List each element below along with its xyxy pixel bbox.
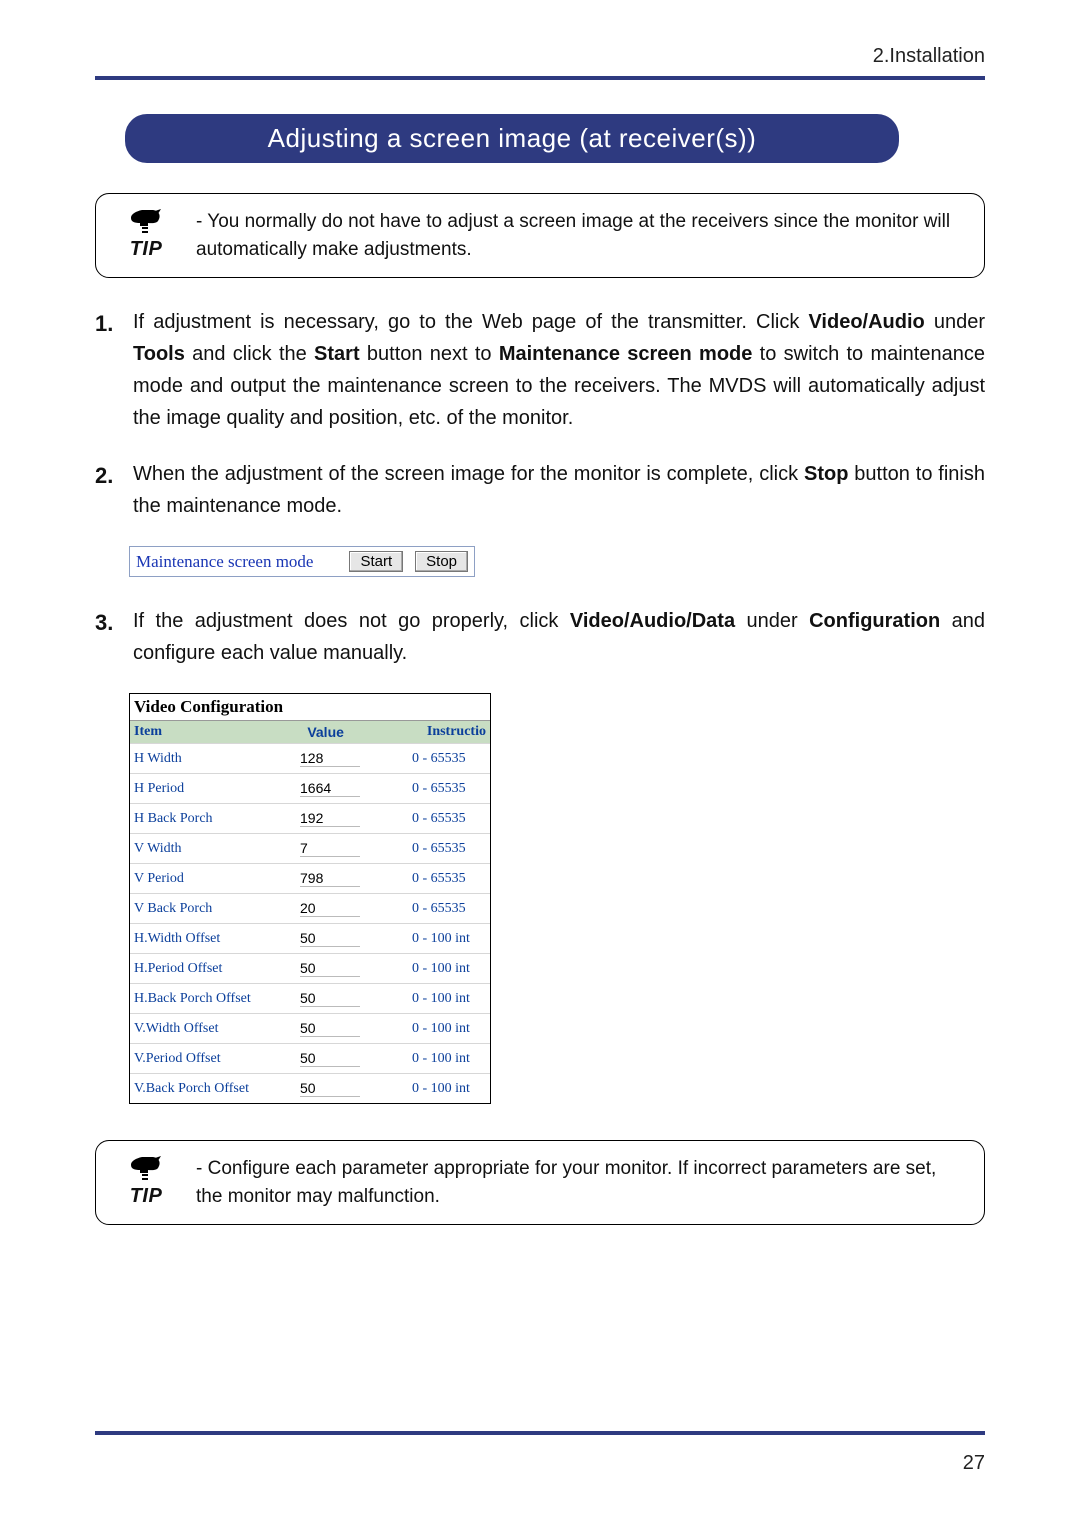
row-instruction: 0 - 65535 [412, 811, 490, 827]
row-item: H.Width Offset [130, 931, 300, 947]
section-heading: Adjusting a screen image (at receiver(s)… [125, 114, 899, 163]
start-button[interactable]: Start [349, 551, 403, 572]
col-value: Value [303, 721, 423, 743]
instruction-list: 1. If adjustment is necessary, go to the… [95, 306, 985, 1104]
col-instruction: Instructio [423, 721, 490, 743]
table-row: H Width1280 - 65535 [130, 743, 490, 773]
maintenance-mode-panel: Maintenance screen mode Start Stop [129, 546, 475, 577]
step-1: 1. If adjustment is necessary, go to the… [95, 306, 985, 434]
table-row: H Back Porch1920 - 65535 [130, 803, 490, 833]
table-row: H.Back Porch Offset500 - 100 int [130, 983, 490, 1013]
row-instruction: 0 - 100 int [412, 931, 490, 947]
tip-text-1: You normally do not have to adjust a scr… [196, 208, 970, 263]
table-row: V.Width Offset500 - 100 int [130, 1013, 490, 1043]
table-header: Item Value Instructio [130, 720, 490, 743]
step-3: 3. If the adjustment does not go properl… [95, 605, 985, 669]
step-body: When the adjustment of the screen image … [133, 458, 985, 522]
table-row: V.Period Offset500 - 100 int [130, 1043, 490, 1073]
row-item: H Width [130, 751, 300, 767]
tip-icon [128, 1155, 164, 1183]
footer-divider [95, 1431, 985, 1435]
row-instruction: 0 - 65535 [412, 751, 490, 767]
tip-icon [128, 208, 164, 236]
header-divider [95, 76, 985, 80]
row-instruction: 0 - 100 int [412, 991, 490, 1007]
step-body: If adjustment is necessary, go to the We… [133, 306, 985, 434]
row-item: H.Period Offset [130, 961, 300, 977]
table-row: H.Period Offset500 - 100 int [130, 953, 490, 983]
row-instruction: 0 - 100 int [412, 1021, 490, 1037]
row-instruction: 0 - 100 int [412, 1051, 490, 1067]
row-value[interactable]: 1664 [300, 780, 412, 797]
row-item: V.Back Porch Offset [130, 1081, 300, 1097]
row-value[interactable]: 50 [300, 930, 412, 947]
row-item: V.Width Offset [130, 1021, 300, 1037]
row-instruction: 0 - 65535 [412, 841, 490, 857]
tip-label: TIP [130, 238, 163, 261]
row-value[interactable]: 50 [300, 1050, 412, 1067]
step-num: 3. [95, 605, 133, 669]
table-row: V.Back Porch Offset500 - 100 int [130, 1073, 490, 1103]
tip-box-1: TIP You normally do not have to adjust a… [95, 193, 985, 278]
row-value[interactable]: 20 [300, 900, 412, 917]
row-item: V Period [130, 871, 300, 887]
page-number: 27 [963, 1452, 985, 1475]
row-value[interactable]: 50 [300, 990, 412, 1007]
table-row: H Period16640 - 65535 [130, 773, 490, 803]
row-item: H.Back Porch Offset [130, 991, 300, 1007]
step-num: 2. [95, 458, 133, 522]
row-instruction: 0 - 100 int [412, 1081, 490, 1097]
col-item: Item [130, 721, 303, 743]
row-value[interactable]: 192 [300, 810, 412, 827]
tip-box-2: TIP Configure each parameter appropriate… [95, 1140, 985, 1225]
table-row: H.Width Offset500 - 100 int [130, 923, 490, 953]
tip-label: TIP [130, 1185, 163, 1208]
table-row: V Period7980 - 65535 [130, 863, 490, 893]
step-2: 2. When the adjustment of the screen ima… [95, 458, 985, 522]
row-value[interactable]: 7 [300, 840, 412, 857]
step-num: 1. [95, 306, 133, 434]
row-item: V Width [130, 841, 300, 857]
table-row: V Width70 - 65535 [130, 833, 490, 863]
row-value[interactable]: 50 [300, 1080, 412, 1097]
video-configuration-table: Video Configuration Item Value Instructi… [129, 693, 491, 1104]
row-value[interactable]: 798 [300, 870, 412, 887]
row-item: H Period [130, 781, 300, 797]
maintenance-mode-label: Maintenance screen mode [136, 552, 337, 572]
row-item: V Back Porch [130, 901, 300, 917]
row-item: V.Period Offset [130, 1051, 300, 1067]
row-item: H Back Porch [130, 811, 300, 827]
row-instruction: 0 - 65535 [412, 901, 490, 917]
table-title: Video Configuration [130, 694, 490, 720]
row-value[interactable]: 128 [300, 750, 412, 767]
row-instruction: 0 - 65535 [412, 871, 490, 887]
row-value[interactable]: 50 [300, 1020, 412, 1037]
breadcrumb: 2.Installation [95, 45, 985, 68]
tip-text-2: Configure each parameter appropriate for… [196, 1155, 970, 1210]
row-instruction: 0 - 65535 [412, 781, 490, 797]
table-row: V Back Porch200 - 65535 [130, 893, 490, 923]
stop-button[interactable]: Stop [415, 551, 468, 572]
row-value[interactable]: 50 [300, 960, 412, 977]
row-instruction: 0 - 100 int [412, 961, 490, 977]
step-body: If the adjustment does not go properly, … [133, 605, 985, 669]
